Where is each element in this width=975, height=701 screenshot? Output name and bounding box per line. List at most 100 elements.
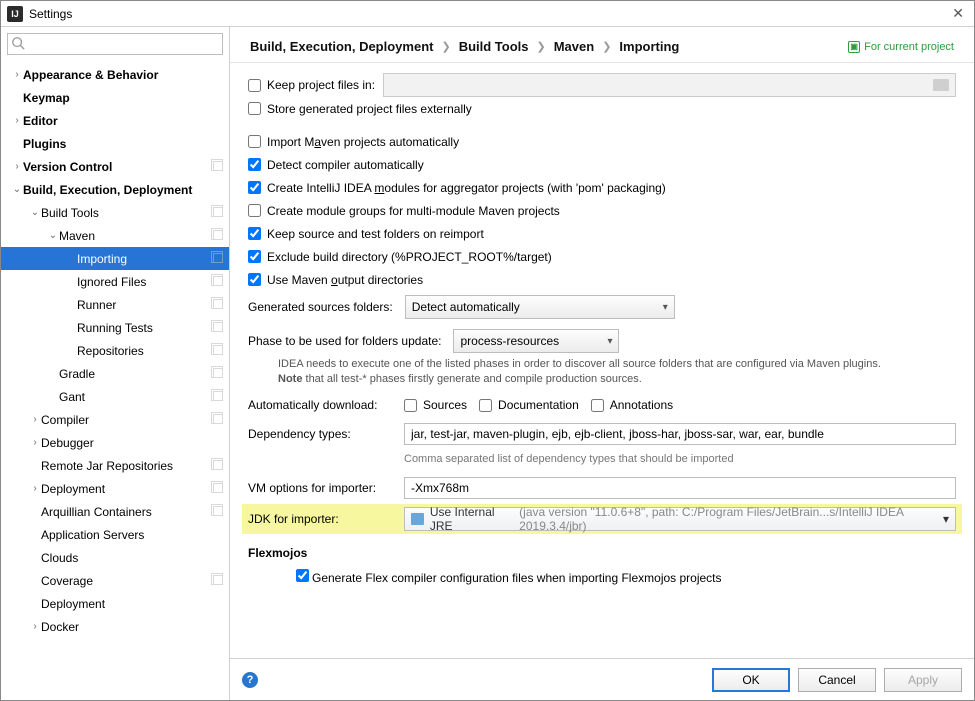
- breadcrumb: Build, Execution, Deployment❯ Build Tool…: [250, 39, 679, 54]
- jdk-importer-select[interactable]: Use Internal JRE (java version "11.0.6+8…: [404, 507, 956, 531]
- dependency-hint: Comma separated list of dependency types…: [404, 449, 734, 465]
- sidebar-item-remote-jar-repositories[interactable]: Remote Jar Repositories: [1, 454, 229, 477]
- use-output-checkbox[interactable]: Use Maven output directories: [248, 273, 423, 287]
- sidebar-item-importing[interactable]: Importing: [1, 247, 229, 270]
- chevron-right-icon: ›: [29, 483, 41, 494]
- keep-project-files-checkbox[interactable]: Keep project files in:: [248, 78, 375, 92]
- sidebar-item-running-tests[interactable]: Running Tests: [1, 316, 229, 339]
- sidebar-item-coverage[interactable]: Coverage: [1, 569, 229, 592]
- jdk-importer-label: JDK for importer:: [248, 512, 392, 526]
- download-sources-checkbox[interactable]: Sources: [404, 398, 467, 412]
- flexmojos-group: Flexmojos: [248, 534, 956, 564]
- store-externally-checkbox[interactable]: Store generated project files externally: [248, 102, 472, 116]
- settings-tree[interactable]: ›Appearance & BehaviorKeymap›EditorPlugi…: [1, 59, 229, 700]
- sidebar: ›Appearance & BehaviorKeymap›EditorPlugi…: [1, 27, 230, 700]
- dependency-types-label: Dependency types:: [248, 427, 392, 441]
- project-scope-hint: ▣ For current project: [848, 41, 954, 53]
- project-scope-icon: [213, 367, 223, 381]
- sidebar-item-debugger[interactable]: ›Debugger: [1, 431, 229, 454]
- sidebar-item-label: Gradle: [59, 367, 95, 381]
- keep-src-checkbox[interactable]: Keep source and test folders on reimport: [248, 227, 484, 241]
- chevron-down-icon: ▾: [607, 336, 612, 347]
- generated-sources-label: Generated sources folders:: [248, 300, 393, 314]
- generated-sources-select[interactable]: Detect automatically▾: [405, 295, 675, 319]
- phase-note: IDEA needs to execute one of the listed …: [278, 353, 956, 394]
- vm-options-input[interactable]: [404, 477, 956, 499]
- sidebar-item-plugins[interactable]: Plugins: [1, 132, 229, 155]
- import-auto-checkbox[interactable]: Import Maven projects automatically: [248, 135, 459, 149]
- sidebar-item-label: Plugins: [23, 137, 66, 151]
- help-icon[interactable]: ?: [242, 672, 258, 688]
- settings-search[interactable]: [7, 33, 223, 55]
- project-scope-icon: [213, 505, 223, 519]
- sidebar-item-keymap[interactable]: Keymap: [1, 86, 229, 109]
- detect-compiler-checkbox[interactable]: Detect compiler automatically: [248, 158, 424, 172]
- sidebar-item-appearance-behavior[interactable]: ›Appearance & Behavior: [1, 63, 229, 86]
- download-annotations-checkbox[interactable]: Annotations: [591, 398, 673, 412]
- module-groups-checkbox[interactable]: Create module groups for multi-module Ma…: [248, 204, 560, 218]
- chevron-down-icon: ⌄: [29, 207, 41, 218]
- search-input[interactable]: [7, 33, 223, 55]
- cancel-button[interactable]: Cancel: [798, 668, 876, 692]
- project-scope-icon: [213, 206, 223, 220]
- copy-icon: ▣: [848, 41, 860, 53]
- project-scope-icon: [213, 390, 223, 404]
- sidebar-item-build-execution-deployment[interactable]: ⌄Build, Execution, Deployment: [1, 178, 229, 201]
- flexmojos-generate-checkbox[interactable]: Generate Flex compiler configuration fil…: [292, 571, 722, 585]
- app-logo-icon: IJ: [7, 6, 23, 22]
- sidebar-item-label: Gant: [59, 390, 85, 404]
- sidebar-item-build-tools[interactable]: ⌄Build Tools: [1, 201, 229, 224]
- sidebar-item-deployment[interactable]: Deployment: [1, 592, 229, 615]
- chevron-right-icon: ›: [11, 69, 23, 80]
- sidebar-item-label: Appearance & Behavior: [23, 68, 158, 82]
- sidebar-item-label: Deployment: [41, 597, 105, 611]
- settings-window: IJ Settings ✕ ›Appearance & BehaviorKeym…: [0, 0, 975, 701]
- sidebar-item-arquillian-containers[interactable]: Arquillian Containers: [1, 500, 229, 523]
- sidebar-item-clouds[interactable]: Clouds: [1, 546, 229, 569]
- dependency-types-input[interactable]: [404, 423, 956, 445]
- exclude-build-checkbox[interactable]: Exclude build directory (%PROJECT_ROOT%/…: [248, 250, 552, 264]
- sidebar-item-ignored-files[interactable]: Ignored Files: [1, 270, 229, 293]
- sidebar-item-application-servers[interactable]: Application Servers: [1, 523, 229, 546]
- project-scope-icon: [213, 321, 223, 335]
- chevron-down-icon: ⌄: [11, 184, 23, 195]
- apply-button[interactable]: Apply: [884, 668, 962, 692]
- close-icon[interactable]: ✕: [948, 5, 968, 22]
- chevron-right-icon: ›: [29, 621, 41, 632]
- sidebar-item-label: Build Tools: [41, 206, 99, 220]
- chevron-right-icon: ›: [29, 414, 41, 425]
- ok-button[interactable]: OK: [712, 668, 790, 692]
- sidebar-item-label: Debugger: [41, 436, 94, 450]
- sidebar-item-label: Importing: [77, 252, 127, 266]
- chevron-down-icon: ⌄: [47, 230, 59, 241]
- sidebar-item-runner[interactable]: Runner: [1, 293, 229, 316]
- sidebar-item-gradle[interactable]: Gradle: [1, 362, 229, 385]
- sidebar-item-version-control[interactable]: ›Version Control: [1, 155, 229, 178]
- project-scope-icon: [213, 344, 223, 358]
- sidebar-item-deployment[interactable]: ›Deployment: [1, 477, 229, 500]
- sidebar-item-label: Arquillian Containers: [41, 505, 152, 519]
- sidebar-item-label: Compiler: [41, 413, 89, 427]
- sidebar-item-repositories[interactable]: Repositories: [1, 339, 229, 362]
- titlebar: IJ Settings ✕: [1, 1, 974, 27]
- sidebar-item-label: Running Tests: [77, 321, 153, 335]
- sidebar-item-label: Deployment: [41, 482, 105, 496]
- phase-select[interactable]: process-resources▾: [453, 329, 619, 353]
- sidebar-item-label: Docker: [41, 620, 79, 634]
- project-scope-icon: [213, 298, 223, 312]
- settings-content: Keep project files in: Store generated p…: [230, 63, 974, 658]
- project-scope-icon: [213, 160, 223, 174]
- sidebar-item-label: Runner: [77, 298, 116, 312]
- sidebar-item-label: Editor: [23, 114, 58, 128]
- sidebar-item-gant[interactable]: Gant: [1, 385, 229, 408]
- sidebar-item-docker[interactable]: ›Docker: [1, 615, 229, 638]
- sidebar-item-label: Maven: [59, 229, 95, 243]
- folder-icon: [411, 513, 424, 525]
- download-docs-checkbox[interactable]: Documentation: [479, 398, 579, 412]
- window-title: Settings: [29, 7, 72, 21]
- aggregator-modules-checkbox[interactable]: Create IntelliJ IDEA modules for aggrega…: [248, 181, 666, 195]
- sidebar-item-editor[interactable]: ›Editor: [1, 109, 229, 132]
- sidebar-item-compiler[interactable]: ›Compiler: [1, 408, 229, 431]
- sidebar-item-maven[interactable]: ⌄Maven: [1, 224, 229, 247]
- keep-project-files-path[interactable]: [383, 73, 956, 97]
